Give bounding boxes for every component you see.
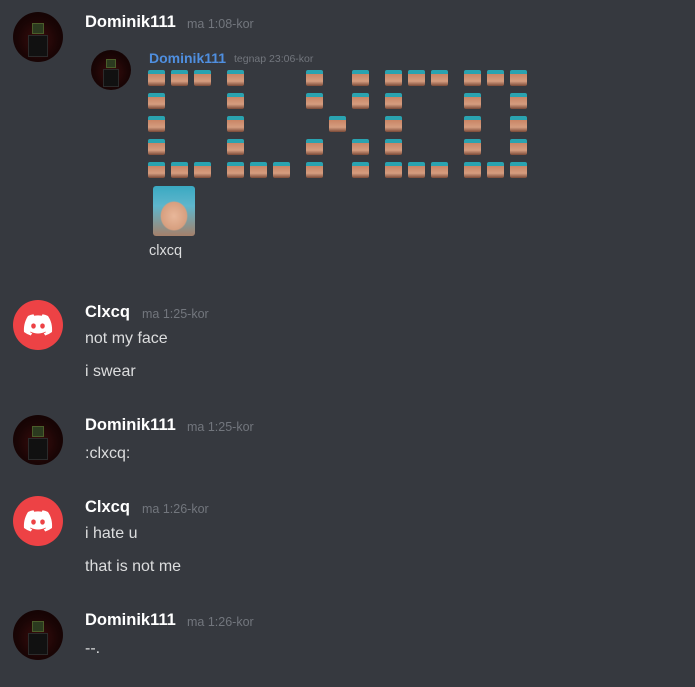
quoted-avatar[interactable] — [91, 50, 131, 90]
face-emoji-icon — [510, 139, 527, 155]
figure-icon — [28, 621, 48, 655]
face-emoji-icon — [227, 93, 244, 109]
message-timestamp: ma 1:25-kor — [187, 420, 254, 434]
face-emoji-icon — [431, 70, 448, 86]
message-text: i hate u — [85, 525, 138, 542]
message-author[interactable]: Dominik111 — [85, 13, 176, 32]
message-text: :clxcq: — [85, 445, 131, 462]
face-emoji-icon — [385, 162, 402, 178]
avatar[interactable] — [13, 610, 63, 660]
face-emoji-icon — [510, 93, 527, 109]
discord-logo-icon — [23, 314, 53, 336]
avatar[interactable] — [13, 300, 63, 350]
face-emoji-icon — [464, 162, 481, 178]
face-emoji-icon — [510, 116, 527, 132]
message-timestamp: ma 1:08-kor — [187, 17, 254, 31]
message-author[interactable]: Dominik111 — [85, 416, 176, 435]
discord-logo-icon — [23, 510, 53, 532]
face-emoji-icon — [227, 116, 244, 132]
clxcq-emoji-image[interactable] — [153, 186, 195, 236]
face-emoji-icon — [408, 162, 425, 178]
face-emoji-icon — [148, 162, 165, 178]
face-emoji-icon — [329, 116, 346, 132]
face-emoji-icon — [464, 93, 481, 109]
face-emoji-icon — [464, 139, 481, 155]
message-timestamp: ma 1:26-kor — [187, 615, 254, 629]
face-emoji-icon — [227, 139, 244, 155]
message-timestamp: ma 1:26-kor — [142, 502, 209, 516]
face-emoji-icon — [250, 162, 267, 178]
avatar[interactable] — [13, 12, 63, 62]
face-emoji-icon — [194, 70, 211, 86]
figure-icon — [28, 426, 48, 460]
quoted-author[interactable]: Dominik111 — [149, 50, 226, 66]
face-emoji-icon — [464, 70, 481, 86]
message-text: i swear — [85, 363, 136, 380]
face-emoji-icon — [148, 116, 165, 132]
face-emoji-icon — [385, 116, 402, 132]
emoji-art-clxcq — [148, 70, 558, 186]
quoted-timestamp: tegnap 23:06-kor — [234, 53, 314, 65]
face-emoji-icon — [171, 162, 188, 178]
message-author[interactable]: Dominik111 — [85, 611, 176, 630]
face-emoji-icon — [510, 162, 527, 178]
face-emoji-icon — [148, 70, 165, 86]
face-emoji-icon — [194, 162, 211, 178]
face-emoji-icon — [352, 93, 369, 109]
avatar[interactable] — [13, 415, 63, 465]
face-emoji-icon — [385, 139, 402, 155]
face-emoji-icon — [385, 93, 402, 109]
face-emoji-icon — [306, 162, 323, 178]
face-emoji-icon — [148, 139, 165, 155]
message-text: that is not me — [85, 558, 182, 575]
face-emoji-icon — [273, 162, 290, 178]
face-emoji-icon — [431, 162, 448, 178]
message-text: --. — [85, 640, 101, 657]
face-emoji-icon — [227, 70, 244, 86]
face-emoji-icon — [306, 70, 323, 86]
face-emoji-icon — [510, 70, 527, 86]
face-emoji-icon — [171, 70, 188, 86]
message-author[interactable]: Clxcq — [85, 303, 130, 322]
face-emoji-icon — [352, 162, 369, 178]
face-emoji-icon — [464, 116, 481, 132]
figure-icon — [103, 58, 119, 87]
face-emoji-icon — [227, 162, 244, 178]
face-emoji-icon — [148, 93, 165, 109]
figure-icon — [28, 23, 48, 57]
face-emoji-icon — [352, 70, 369, 86]
face-emoji-icon — [487, 162, 504, 178]
avatar[interactable] — [13, 496, 63, 546]
emoji-caption: clxcq — [149, 243, 183, 259]
message-text: not my face — [85, 330, 168, 347]
face-emoji-icon — [408, 70, 425, 86]
face-emoji-icon — [487, 70, 504, 86]
face-emoji-icon — [306, 139, 323, 155]
face-emoji-icon — [306, 93, 323, 109]
message-author[interactable]: Clxcq — [85, 498, 130, 517]
face-emoji-icon — [385, 70, 402, 86]
face-emoji-icon — [352, 139, 369, 155]
message-timestamp: ma 1:25-kor — [142, 307, 209, 321]
